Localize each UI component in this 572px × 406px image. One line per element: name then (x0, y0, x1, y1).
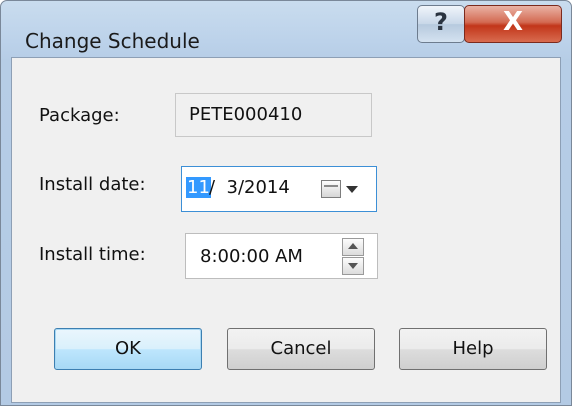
ok-button[interactable]: OK (54, 328, 202, 370)
help-icon: ? (434, 8, 448, 36)
cancel-button[interactable]: Cancel (227, 328, 375, 370)
install-date-month[interactable]: 11 (186, 177, 211, 198)
install-date-rest[interactable]: / 3/2014 (209, 177, 290, 198)
change-schedule-dialog: Change Schedule ? X Package: PETE000410 … (0, 0, 572, 406)
package-field: PETE000410 (175, 93, 372, 137)
calendar-icon[interactable] (321, 180, 341, 198)
package-label: Package: (39, 105, 120, 126)
title-bar[interactable]: Change Schedule ? X (1, 1, 571, 57)
dropdown-arrow-icon[interactable] (346, 186, 358, 193)
help-button[interactable]: Help (399, 328, 547, 370)
title-help-button[interactable]: ? (417, 5, 465, 43)
install-date-picker[interactable]: 11 / 3/2014 (181, 166, 377, 212)
install-time-value[interactable]: 8:00:00 AM (200, 246, 303, 267)
dialog-body: Package: PETE000410 Install date: 11 / 3… (11, 57, 561, 403)
spin-down-icon[interactable] (342, 257, 364, 275)
close-button[interactable]: X (464, 5, 562, 43)
install-time-field[interactable]: 8:00:00 AM (185, 233, 378, 279)
install-time-label: Install time: (39, 244, 146, 265)
package-value: PETE000410 (189, 104, 303, 125)
spin-up-icon[interactable] (342, 238, 364, 256)
dialog-title: Change Schedule (25, 29, 200, 53)
install-date-label: Install date: (39, 174, 146, 195)
close-icon: X (502, 7, 524, 37)
